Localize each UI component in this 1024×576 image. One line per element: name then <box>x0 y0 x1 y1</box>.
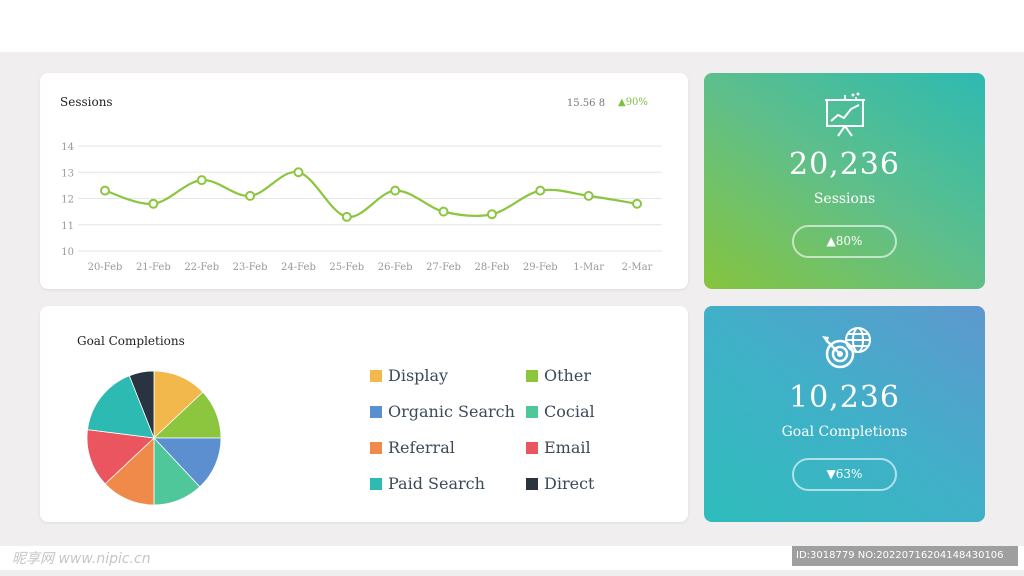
legend-label: Direct <box>544 474 595 493</box>
x-tick-label: 2-Mar <box>622 262 653 273</box>
legend-label: Display <box>388 366 449 385</box>
legend-label: Organic Search <box>388 402 515 421</box>
x-tick-label: 24-Feb <box>281 262 316 273</box>
x-tick-label: 23-Feb <box>233 262 268 273</box>
watermark-text: 昵享网 www.nipic.cn <box>12 551 151 567</box>
legend-label: Cocial <box>544 402 595 421</box>
x-tick-label: 25-Feb <box>329 262 364 273</box>
legend-swatch <box>526 441 538 454</box>
x-tick-label: 29-Feb <box>523 262 558 273</box>
legend-item-direct: Direct <box>526 474 594 493</box>
sessions-kpi-label: Sessions <box>813 191 876 207</box>
data-point <box>100 185 110 196</box>
legend-swatch <box>526 405 538 418</box>
data-point <box>583 190 594 201</box>
sessions-kpi-value: 20,236 <box>789 147 900 182</box>
legend-swatch <box>526 477 538 490</box>
data-point <box>438 206 449 217</box>
y-tick-label: 11 <box>61 221 74 232</box>
sessions-chart-card: Sessions 15.56 8 ▲90% 10 11 12 13 14 20-Feb 21… <box>40 73 688 289</box>
legend-label: Paid Search <box>388 474 485 493</box>
presentation-chart-icon <box>704 91 985 141</box>
target-globe-icon <box>704 324 985 374</box>
data-point <box>632 198 642 209</box>
goal-completions-pie-chart <box>86 370 222 506</box>
x-tick-label: 20-Feb <box>88 262 123 273</box>
data-point <box>535 185 546 196</box>
x-tick-label: 26-Feb <box>378 262 413 273</box>
sessions-kpi-change-badge: ▲80% <box>792 225 897 258</box>
y-tick-label: 13 <box>61 168 74 179</box>
legend-item-paid-search: Paid Search <box>370 474 485 493</box>
sessions-line-chart: 10 11 12 13 14 20-Feb 21-Feb 22-Feb 23-Feb 24-Feb… <box>61 142 662 273</box>
legend-swatch <box>370 369 382 382</box>
goal-completions-kpi-label: Goal Completions <box>781 424 908 440</box>
x-tick-label: 28-Feb <box>474 262 509 273</box>
data-point <box>245 190 256 201</box>
legend-item-organic-search: Organic Search <box>370 402 515 421</box>
data-point <box>390 185 401 196</box>
data-point <box>486 209 497 220</box>
legend-item-email: Email <box>526 438 591 457</box>
y-tick-label: 10 <box>61 247 74 258</box>
legend-swatch <box>526 369 538 382</box>
legend-label: Other <box>544 366 591 385</box>
legend-item-display: Display <box>370 366 448 385</box>
sessions-series-line <box>104 171 638 218</box>
y-tick-label: 14 <box>61 142 74 153</box>
data-point <box>341 211 352 222</box>
y-tick-label: 12 <box>61 195 74 206</box>
legend-item-other: Other <box>526 366 591 385</box>
goal-completions-card: Goal Completions Display Other Organic Sea… <box>40 306 688 522</box>
watermark-id: ID:3018779 NO:20220716204148430106 <box>792 546 1018 566</box>
legend-swatch <box>370 477 382 490</box>
goal-completions-kpi-tile: 10,236 Goal Completions ▼63% <box>704 306 985 522</box>
sessions-kpi-tile: 20,236 Sessions ▲80% <box>704 73 985 289</box>
x-tick-label: 27-Feb <box>426 262 461 273</box>
x-tick-label: 1-Mar <box>573 262 604 273</box>
goal-completions-kpi-change-badge: ▼63% <box>792 458 897 491</box>
legend-label: Email <box>544 438 591 457</box>
legend-item-cocial: Cocial <box>526 402 595 421</box>
legend-label: Referral <box>388 438 455 457</box>
x-tick-label: 22-Feb <box>184 262 219 273</box>
goal-completions-kpi-value: 10,236 <box>789 380 900 415</box>
data-point <box>196 175 207 186</box>
legend-item-referral: Referral <box>370 438 455 457</box>
goal-completions-card-title: Goal Completions <box>77 334 185 348</box>
top-bar <box>0 0 1024 52</box>
data-point <box>293 167 304 178</box>
x-tick-label: 21-Feb <box>136 262 171 273</box>
legend-swatch <box>370 405 382 418</box>
legend-swatch <box>370 441 382 454</box>
data-point <box>148 198 159 209</box>
